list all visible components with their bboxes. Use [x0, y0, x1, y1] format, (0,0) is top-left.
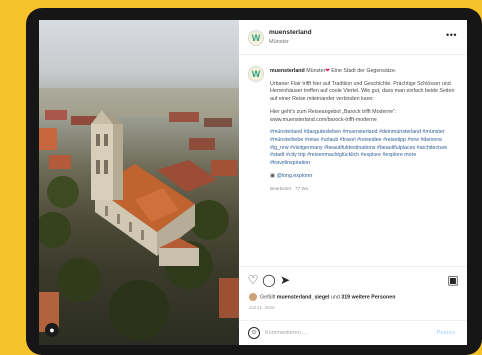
- post-date: Juli 21, 2022: [249, 305, 275, 310]
- likes-count[interactable]: 319 weitere Personen: [341, 294, 395, 300]
- header-username[interactable]: muensterland: [269, 29, 312, 36]
- post-details-panel: W muensterland Münster ••• W muensterlan…: [239, 20, 467, 345]
- caption-hashtags[interactable]: #münsterland #dasgutesleben #muensterlan…: [270, 129, 456, 168]
- instagram-post-view: ● W muensterland Münster ••• W muensterl…: [39, 20, 467, 345]
- caption-headline: Eine Stadt der Gegensätze.: [329, 68, 397, 74]
- comment-icon[interactable]: ◯: [262, 273, 276, 287]
- send-icon[interactable]: ➤: [278, 273, 292, 287]
- caption-text: muensterland Münster❤ Eine Stadt der Geg…: [270, 68, 456, 193]
- city-aerial-image: [39, 88, 239, 340]
- comment-input[interactable]: [265, 327, 415, 339]
- more-horizontal-icon[interactable]: •••: [446, 30, 457, 40]
- post-photo[interactable]: ●: [39, 20, 239, 345]
- header-location[interactable]: Münster: [269, 39, 289, 45]
- post-comment-button[interactable]: Posten: [437, 330, 455, 336]
- caption-avatar[interactable]: W: [248, 66, 264, 82]
- caption-paragraph-2: Hier geht's zum Reiseangebot „Barock tri…: [270, 108, 397, 123]
- heart-outline-icon[interactable]: ♡: [246, 273, 260, 287]
- caption-meta: Bearbeitet · 77 Wo.: [270, 186, 310, 192]
- likes-user[interactable]: muensterland_siegel: [277, 294, 330, 300]
- caption-paragraph-1: Urbaner Flair trifft hier auf Tradition …: [270, 80, 455, 103]
- caption-headline-city: Münster: [306, 68, 326, 74]
- avatar[interactable]: W: [248, 30, 264, 46]
- bookmark-icon[interactable]: ▣: [446, 273, 460, 287]
- caption-credit[interactable]: @long.explorer: [277, 173, 313, 179]
- post-header: W muensterland Münster •••: [239, 20, 467, 55]
- liker-avatar: [249, 293, 257, 301]
- person-icon[interactable]: ●: [45, 323, 59, 337]
- likes-middle: und: [329, 294, 342, 301]
- likes-summary[interactable]: Gefällt muensterland_siegel und 319 weit…: [249, 293, 459, 301]
- post-actions: ♡ ◯ ➤ ▣ Gefällt muensterland_siegel und …: [239, 266, 467, 345]
- comment-bar: ☺ Posten: [239, 320, 467, 345]
- likes-prefix: Gefällt: [260, 294, 277, 301]
- post-caption: W muensterland Münster❤ Eine Stadt der G…: [239, 54, 467, 266]
- camera-icon: ▣: [270, 172, 276, 179]
- smiley-icon[interactable]: ☺: [248, 327, 260, 339]
- caption-username[interactable]: muensterland: [270, 68, 305, 74]
